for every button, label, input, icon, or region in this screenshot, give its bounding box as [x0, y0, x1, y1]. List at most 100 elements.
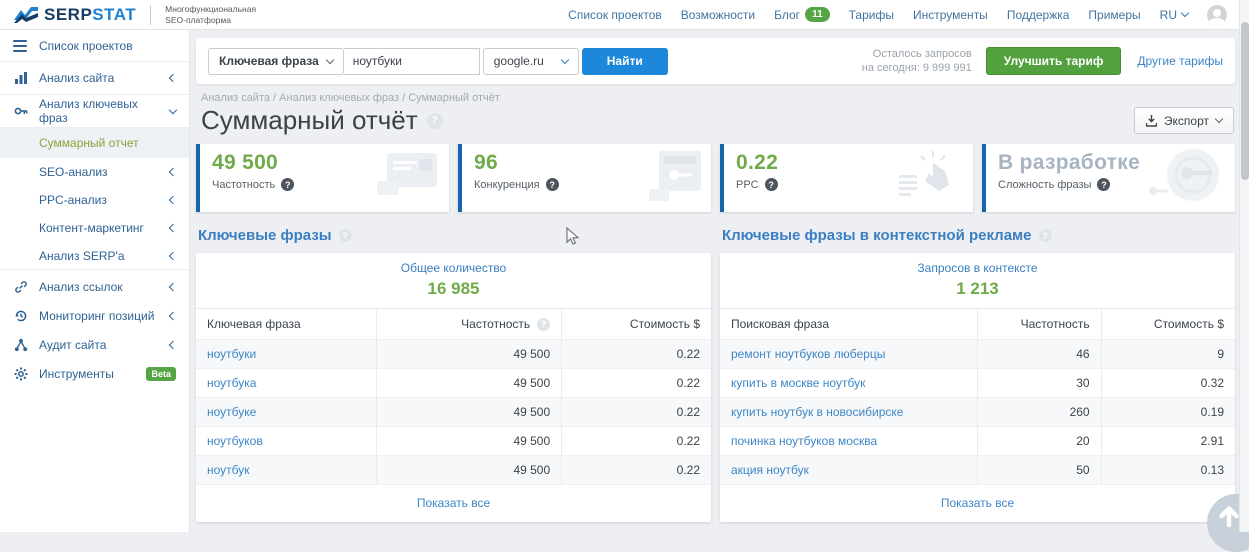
- cost-cell: 0.22: [562, 427, 711, 456]
- sidebar-item-tools[interactable]: Инструменты Beta: [0, 359, 189, 388]
- nav-item-features[interactable]: Возможности: [681, 8, 755, 22]
- column-help-icon[interactable]: ?: [537, 318, 550, 331]
- stat-help-icon[interactable]: ?: [1097, 178, 1110, 191]
- stat-card-ppc: 0.22 PPC?: [720, 144, 973, 212]
- upgrade-plan-button[interactable]: Улучшить тариф: [986, 47, 1122, 75]
- section-help-icon[interactable]: ?: [1039, 229, 1052, 242]
- cost-cell: 0.13: [1101, 456, 1235, 485]
- title-row: Суммарный отчёт ? Экспорт: [201, 105, 1235, 136]
- search-type-select[interactable]: Ключевая фраза: [208, 48, 344, 75]
- table-row: ноутбуки49 5000.22: [196, 340, 711, 369]
- sidebar: Список проектов Анализ сайта Анализ ключ…: [0, 30, 190, 532]
- brand-name: SERPSTAT: [44, 5, 136, 25]
- volume-cell: 49 500: [376, 369, 561, 398]
- chevron-left-icon: [169, 224, 177, 232]
- chevron-down-icon: [1215, 115, 1223, 123]
- cost-cell: 0.22: [562, 398, 711, 427]
- cost-cell: 0.32: [1101, 369, 1235, 398]
- cost-cell: 0.22: [562, 340, 711, 369]
- chevron-left-icon: [169, 196, 177, 204]
- show-all-link[interactable]: Показать все: [941, 496, 1014, 510]
- chevron-left-icon: [169, 74, 177, 82]
- sidebar-item-link-analysis[interactable]: Анализ ссылок: [0, 272, 189, 301]
- stat-help-icon[interactable]: ?: [765, 178, 778, 191]
- sidebar-item-rank-monitoring[interactable]: Мониторинг позиций: [0, 301, 189, 330]
- sidebar-item-label: Список проектов: [39, 39, 133, 53]
- nav-item-plans[interactable]: Тарифы: [849, 8, 894, 22]
- sidebar-subitem-summary-report[interactable]: Суммарный отчет: [0, 128, 189, 158]
- stats-row: 49 500 Частотность? 96 Конкуренция? 0.22…: [196, 144, 1235, 212]
- keyword-link[interactable]: ноутбука: [196, 369, 376, 398]
- section-help-icon[interactable]: ?: [339, 229, 352, 242]
- show-all-link[interactable]: Показать все: [417, 496, 490, 510]
- chevron-left-icon: [169, 340, 177, 348]
- volume-cell: 49 500: [376, 398, 561, 427]
- search-engine-select[interactable]: google.ru: [483, 48, 579, 75]
- table-row: купить ноутбук в новосибирске2600.19: [720, 398, 1235, 427]
- download-icon: [1146, 115, 1157, 127]
- keyword-link[interactable]: ремонт ноутбуков люберцы: [720, 340, 978, 369]
- table-row: ремонт ноутбуков люберцы469: [720, 340, 1235, 369]
- nav-item-tools[interactable]: Инструменты: [913, 8, 988, 22]
- keyword-link[interactable]: ноутбуков: [196, 427, 376, 456]
- keyword-link[interactable]: купить в москве ноутбук: [720, 369, 978, 398]
- cost-cell: 2.91: [1101, 427, 1235, 456]
- vertical-scrollbar[interactable]: [1239, 0, 1249, 532]
- menu-icon: [13, 40, 28, 52]
- stat-help-icon[interactable]: ?: [281, 178, 294, 191]
- scrollbar-thumb[interactable]: [1241, 22, 1249, 180]
- summary-value: 16 985: [196, 279, 711, 299]
- context-ads-table: Поисковая фраза Частотность Стоимость $ …: [720, 309, 1235, 485]
- context-ads-table-card: Запросов в контексте 1 213 Поисковая фра…: [720, 253, 1235, 522]
- sidebar-subitem-serp-analysis[interactable]: Анализ SERP'а: [0, 242, 189, 270]
- nav-item-projects[interactable]: Список проектов: [568, 8, 662, 22]
- col-header-volume: Частотность?: [376, 309, 561, 340]
- chevron-left-icon: [169, 282, 177, 290]
- language-selector[interactable]: RU: [1160, 8, 1188, 22]
- keywords-table: Ключевая фраза Частотность? Стоимость $ …: [196, 309, 711, 485]
- stat-help-icon[interactable]: ?: [546, 178, 559, 191]
- chevron-left-icon: [169, 251, 177, 259]
- nav-item-support[interactable]: Поддержка: [1007, 8, 1070, 22]
- nav-item-examples[interactable]: Примеры: [1088, 8, 1140, 22]
- col-header-phrase: Ключевая фраза: [196, 309, 376, 340]
- sidebar-item-site-analysis[interactable]: Анализ сайта: [0, 62, 189, 95]
- keyword-link[interactable]: ноутбуке: [196, 398, 376, 427]
- search-button[interactable]: Найти: [582, 48, 668, 75]
- sidebar-subitem-seo-analysis[interactable]: SEO-анализ: [0, 158, 189, 186]
- keyword-link[interactable]: купить ноутбук в новосибирске: [720, 398, 978, 427]
- keyword-link[interactable]: акция ноутбук: [720, 456, 978, 485]
- title-help-icon[interactable]: ?: [427, 113, 443, 129]
- keyword-link[interactable]: починка ноутбуков москва: [720, 427, 978, 456]
- sidebar-item-label: Анализ ключевых фраз: [39, 97, 159, 125]
- brand-logo[interactable]: SERPSTAT МногофункциональнаяSEO-платформ…: [14, 4, 256, 24]
- sidebar-item-keyword-analysis[interactable]: Анализ ключевых фраз: [0, 95, 189, 128]
- nav-item-blog[interactable]: Блог11: [774, 7, 830, 22]
- breadcrumb[interactable]: Анализ сайта / Анализ ключевых фраз / Су…: [201, 92, 1235, 104]
- keyword-link[interactable]: ноутбук: [196, 456, 376, 485]
- sidebar-subitem-ppc-analysis[interactable]: PPC-анализ: [0, 186, 189, 214]
- user-avatar[interactable]: [1207, 5, 1227, 25]
- stat-card-competition: 96 Конкуренция?: [458, 144, 711, 212]
- cost-cell: 0.22: [562, 456, 711, 485]
- sidebar-subitem-label: Контент-маркетинг: [39, 221, 144, 235]
- col-header-phrase: Поисковая фраза: [720, 309, 978, 340]
- sidebar-item-site-audit[interactable]: Аудит сайта: [0, 330, 189, 359]
- table-row: ноутбуке49 5000.22: [196, 398, 711, 427]
- volume-cell: 30: [978, 369, 1102, 398]
- sections-row: Ключевые фразы? Общее количество 16 985 …: [196, 227, 1235, 522]
- context-ads-section: Ключевые фразы в контекстной рекламе? За…: [720, 227, 1235, 522]
- link-icon: [13, 280, 28, 294]
- other-plans-link[interactable]: Другие тарифы: [1137, 54, 1223, 68]
- export-button[interactable]: Экспорт: [1134, 107, 1234, 134]
- sidebar-item-project-list[interactable]: Список проектов: [0, 30, 189, 62]
- brand-tagline: МногофункциональнаяSEO-платформа: [165, 4, 256, 24]
- chevron-down-icon: [561, 55, 569, 63]
- sidebar-subitem-content-marketing[interactable]: Контент-маркетинг: [0, 214, 189, 242]
- volume-cell: 49 500: [376, 456, 561, 485]
- volume-cell: 46: [978, 340, 1102, 369]
- chevron-down-icon: [169, 105, 177, 113]
- serpstat-logo-icon: [14, 6, 38, 23]
- search-input[interactable]: [344, 48, 480, 75]
- keyword-link[interactable]: ноутбуки: [196, 340, 376, 369]
